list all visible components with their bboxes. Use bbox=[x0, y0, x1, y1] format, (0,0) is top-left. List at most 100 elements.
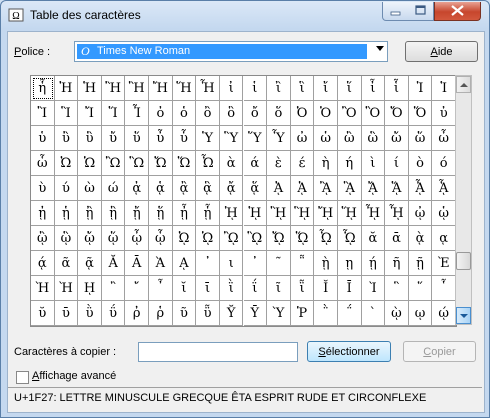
character-cell[interactable]: ῎ bbox=[125, 276, 150, 301]
character-cell[interactable]: Ὑ bbox=[196, 126, 220, 151]
character-cell[interactable]: ᾬ bbox=[267, 226, 291, 251]
character-cell[interactable]: ῒ bbox=[219, 276, 244, 301]
character-cell[interactable]: ὡ bbox=[314, 126, 338, 151]
character-cell[interactable]: ὂ bbox=[196, 101, 220, 126]
character-cell[interactable]: ῇ bbox=[408, 251, 433, 276]
character-cell[interactable]: ὥ bbox=[408, 126, 433, 151]
character-cell[interactable]: Ῐ bbox=[314, 276, 338, 301]
copy-button[interactable]: Copier bbox=[403, 341, 476, 362]
character-cell[interactable]: Ὣ bbox=[125, 151, 150, 176]
character-cell[interactable]: ἲ bbox=[267, 76, 291, 101]
character-cell[interactable]: ἳ bbox=[290, 76, 315, 101]
character-cell[interactable]: Ὁ bbox=[314, 101, 338, 126]
character-cell[interactable]: ῀ bbox=[267, 251, 291, 276]
character-cell[interactable]: ᾰ bbox=[361, 226, 386, 251]
character-cell[interactable]: ᾤ bbox=[78, 226, 102, 251]
character-cell[interactable]: ᾢ bbox=[31, 226, 55, 251]
character-cell[interactable]: ύ bbox=[54, 176, 79, 201]
character-cell[interactable]: ᾏ bbox=[432, 176, 456, 201]
character-cell[interactable]: Ὢ bbox=[101, 151, 126, 176]
character-cell[interactable]: Ἶ bbox=[125, 101, 150, 126]
character-cell[interactable]: Ἱ bbox=[432, 76, 456, 101]
character-cell[interactable]: ὐ bbox=[432, 101, 456, 126]
character-cell[interactable]: ὠ bbox=[290, 126, 315, 151]
character-cell[interactable]: ᾘ bbox=[219, 201, 244, 226]
character-cell[interactable]: ᾲ bbox=[408, 226, 433, 251]
character-cell[interactable]: ᾡ bbox=[432, 201, 456, 226]
character-grid[interactable]: ἧἨἩἪἫἬἭἮἰἱἲἳἴἵἶἷἸἹ ἺἻἼἽἾὀὁὂὃὄὅὈὉὊὋὌὍὐ ὑὒὓὔ… bbox=[30, 75, 457, 327]
character-cell[interactable]: ᾋ bbox=[337, 176, 362, 201]
character-cell[interactable]: ί bbox=[385, 151, 409, 176]
character-cell[interactable]: Ὅ bbox=[408, 101, 433, 126]
character-cell[interactable]: Ἣ bbox=[125, 76, 150, 101]
character-cell[interactable]: ΰ bbox=[101, 301, 126, 326]
character-cell[interactable]: ᾌ bbox=[361, 176, 386, 201]
character-cell[interactable]: ᾊ bbox=[314, 176, 338, 201]
character-cell[interactable]: ἵ bbox=[337, 76, 362, 101]
character-cell[interactable]: Ἦ bbox=[196, 76, 220, 101]
character-cell[interactable]: ῭ bbox=[314, 301, 338, 326]
grid-scrollbar[interactable] bbox=[455, 75, 472, 325]
character-cell[interactable]: Ὓ bbox=[219, 126, 244, 151]
character-cell[interactable]: ἱ bbox=[243, 76, 268, 101]
advanced-view-label[interactable]: Affichage avancé bbox=[32, 370, 116, 382]
character-cell[interactable]: ᾛ bbox=[290, 201, 315, 226]
character-cell[interactable]: ῂ bbox=[314, 251, 338, 276]
character-cell[interactable]: ὰ bbox=[219, 151, 244, 176]
character-cell[interactable]: ῳ bbox=[408, 301, 433, 326]
character-cell[interactable]: Ἤ bbox=[149, 76, 173, 101]
character-cell[interactable]: ῐ bbox=[172, 276, 197, 301]
character-cell[interactable]: ἴ bbox=[314, 76, 338, 101]
font-dropdown[interactable]: O Times New Roman bbox=[74, 41, 388, 62]
character-cell[interactable]: ῁ bbox=[290, 251, 315, 276]
character-cell[interactable]: ὑ bbox=[31, 126, 55, 151]
character-cell[interactable]: ῆ bbox=[385, 251, 409, 276]
character-cell[interactable]: ὶ bbox=[361, 151, 386, 176]
character-cell[interactable]: ἧ bbox=[31, 76, 55, 101]
character-cell[interactable]: ᾯ bbox=[337, 226, 362, 251]
character-cell[interactable]: ὖ bbox=[149, 126, 173, 151]
character-cell[interactable]: ᾱ bbox=[385, 226, 409, 251]
maximize-button[interactable] bbox=[408, 2, 434, 21]
character-cell[interactable]: Ὶ bbox=[361, 276, 386, 301]
character-cell[interactable]: ᾚ bbox=[267, 201, 291, 226]
character-cell[interactable]: ᾭ bbox=[290, 226, 315, 251]
character-cell[interactable]: ή bbox=[337, 151, 362, 176]
character-cell[interactable]: ΅ bbox=[337, 301, 362, 326]
title-bar[interactable]: Ω Table des caractères bbox=[1, 1, 489, 29]
character-cell[interactable]: ᾃ bbox=[196, 176, 220, 201]
character-cell[interactable]: ᾩ bbox=[196, 226, 220, 251]
character-cell[interactable]: ὸ bbox=[408, 151, 433, 176]
character-cell[interactable]: ῤ bbox=[125, 301, 150, 326]
character-cell[interactable]: ᾁ bbox=[149, 176, 173, 201]
character-cell[interactable]: ᾝ bbox=[337, 201, 362, 226]
character-cell[interactable]: Ἡ bbox=[78, 76, 102, 101]
character-cell[interactable]: ᾞ bbox=[361, 201, 386, 226]
character-cell[interactable]: ᾙ bbox=[243, 201, 268, 226]
character-cell[interactable]: Ὂ bbox=[337, 101, 362, 126]
character-cell[interactable]: ὤ bbox=[385, 126, 409, 151]
scroll-up-button[interactable] bbox=[456, 76, 471, 93]
character-cell[interactable]: ὴ bbox=[314, 151, 338, 176]
character-cell[interactable]: Ὥ bbox=[172, 151, 197, 176]
scroll-down-button[interactable] bbox=[456, 307, 471, 324]
character-cell[interactable]: ᾪ bbox=[219, 226, 244, 251]
character-cell[interactable]: ὔ bbox=[101, 126, 126, 151]
character-cell[interactable]: ᾿ bbox=[243, 251, 268, 276]
character-cell[interactable]: Ᾰ bbox=[101, 251, 126, 276]
character-cell[interactable]: ό bbox=[432, 151, 456, 176]
character-cell[interactable]: ὣ bbox=[361, 126, 386, 151]
character-cell[interactable]: ῢ bbox=[78, 301, 102, 326]
character-cell[interactable]: ὀ bbox=[149, 101, 173, 126]
character-cell[interactable]: ` bbox=[361, 301, 386, 326]
character-cell[interactable]: ῲ bbox=[385, 301, 409, 326]
character-cell[interactable]: ῠ bbox=[31, 301, 55, 326]
character-cell[interactable]: ὁ bbox=[172, 101, 197, 126]
character-cell[interactable]: ὃ bbox=[219, 101, 244, 126]
character-cell[interactable]: ὓ bbox=[78, 126, 102, 151]
character-cell[interactable]: Ὡ bbox=[78, 151, 102, 176]
scroll-thumb[interactable] bbox=[456, 252, 471, 270]
character-cell[interactable]: ᾍ bbox=[385, 176, 409, 201]
character-cell[interactable]: Ὄ bbox=[385, 101, 409, 126]
character-cell[interactable]: ᾐ bbox=[31, 201, 55, 226]
